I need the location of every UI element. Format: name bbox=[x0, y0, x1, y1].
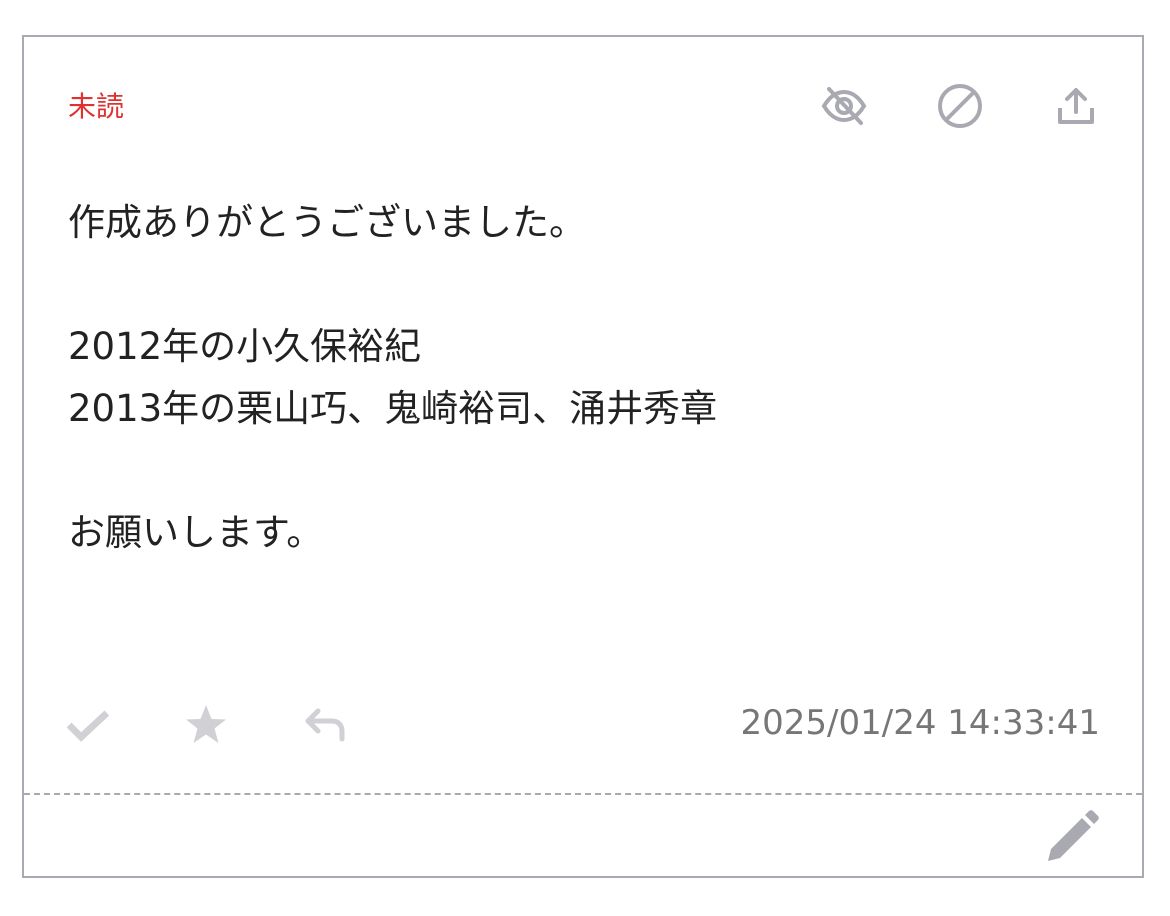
reply-button[interactable] bbox=[300, 701, 348, 749]
block-icon bbox=[938, 84, 982, 128]
hide-button[interactable] bbox=[820, 82, 868, 130]
message-blank-line bbox=[68, 254, 1098, 316]
message-blank-line bbox=[68, 440, 1098, 502]
message-line: お願いします。 bbox=[68, 511, 324, 554]
star-button[interactable] bbox=[182, 701, 230, 749]
block-button[interactable] bbox=[936, 82, 984, 130]
message-line: 作成ありがとうございました。 bbox=[68, 201, 586, 244]
footer-actions bbox=[64, 701, 348, 749]
check-icon bbox=[66, 710, 110, 742]
unread-status-label: 未読 bbox=[68, 90, 125, 123]
message-line: 2012年の小久保裕紀 bbox=[68, 325, 422, 368]
message-body: 作成ありがとうございました。 2012年の小久保裕紀 2013年の栗山巧、鬼崎裕… bbox=[68, 192, 1098, 564]
upload-icon bbox=[1058, 88, 1094, 124]
star-icon bbox=[186, 705, 226, 743]
header-actions bbox=[820, 82, 1100, 130]
dashed-divider bbox=[24, 793, 1142, 795]
reply-icon bbox=[305, 708, 345, 742]
message-card: 未読 作成ありがとうございました。 2012年の小久保裕紀 2013年の栗山巧、… bbox=[22, 35, 1144, 878]
message-line: 2013年の栗山巧、鬼崎裕司、涌井秀章 bbox=[68, 387, 718, 430]
edit-button[interactable] bbox=[1044, 809, 1100, 865]
eye-off-icon bbox=[821, 87, 867, 125]
mark-read-button[interactable] bbox=[64, 701, 112, 749]
message-timestamp: 2025/01/24 14:33:41 bbox=[740, 703, 1100, 743]
pencil-icon bbox=[1048, 810, 1099, 861]
share-button[interactable] bbox=[1052, 82, 1100, 130]
